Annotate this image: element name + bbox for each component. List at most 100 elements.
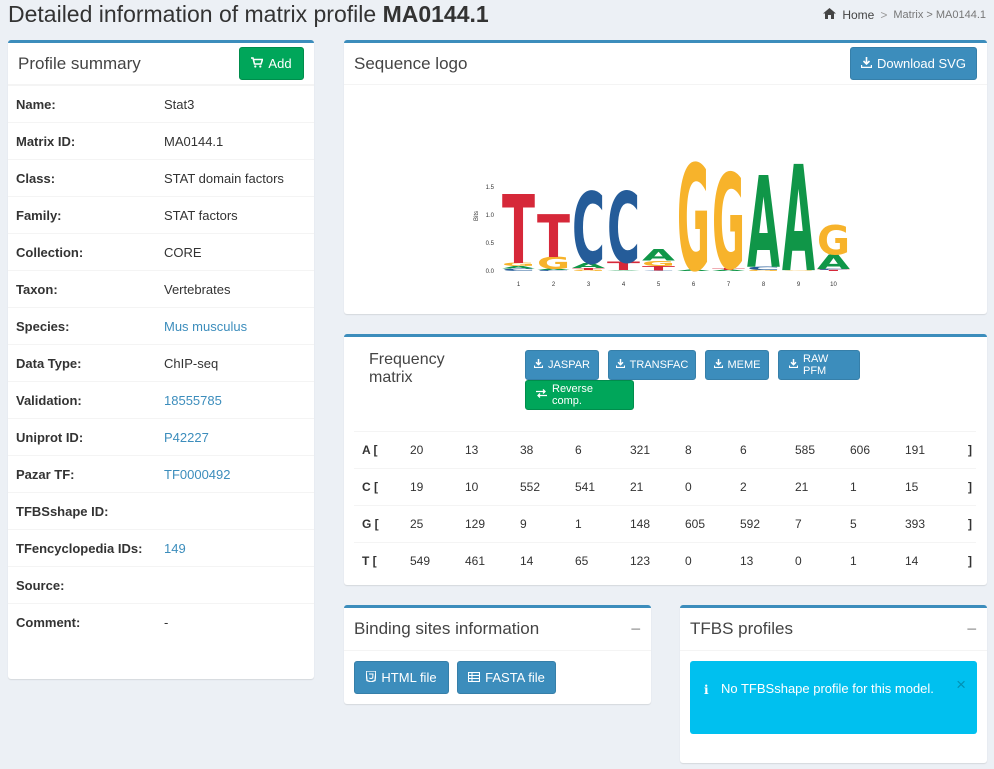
summary-key: Data Type: (16, 355, 82, 371)
breadcrumb-current: Matrix > MA0144.1 (893, 9, 986, 21)
html5-icon (365, 670, 378, 685)
summary-link[interactable]: P42227 (164, 430, 209, 445)
matrix-cell: 10 (465, 468, 520, 506)
summary-key: Source: (16, 577, 65, 593)
collapse-button[interactable]: − (966, 619, 977, 640)
summary-value: Stat3 (164, 96, 195, 112)
summary-key: Pazar TF: (16, 466, 75, 482)
profile-summary-title: Profile summary (18, 53, 141, 73)
page-title: Detailed information of matrix profile M… (8, 1, 489, 27)
add-button[interactable]: Add (239, 47, 304, 80)
binding-sites-title: Binding sites information (354, 619, 540, 638)
summary-value: - (164, 614, 169, 630)
matrix-cell: 9 (520, 505, 575, 543)
logo-y-tick: 0.5 (486, 241, 495, 247)
logo-letter: C (607, 172, 640, 285)
summary-row: Collection: CORE (8, 233, 314, 270)
sequence-logo-box: Sequence logo Download SVG 0.0 0.5 1.0 1.5 B… (344, 40, 987, 314)
logo-letter: C (572, 172, 605, 287)
html-file-label: HTML file (381, 670, 437, 685)
meme-button[interactable]: MEME (705, 350, 769, 380)
matrix-cell: 25 (410, 505, 465, 543)
summary-value: ChIP-seq (164, 355, 219, 371)
matrix-cell: 5 (850, 505, 905, 543)
summary-value: STAT factors (164, 207, 238, 223)
tfbs-profiles-header: TFBS profiles − (680, 608, 987, 651)
matrix-cell: 461 (465, 542, 520, 580)
matrix-cell: 1 (850, 468, 905, 506)
tfbs-profiles-title: TFBS profiles (690, 619, 793, 638)
frequency-matrix-title: Frequency matrix (369, 351, 445, 386)
matrix-cell: 606 (850, 431, 905, 469)
logo-letter: G (817, 218, 850, 265)
tfbs-profiles-box: TFBS profiles − i No TFBSshape profile f… (680, 605, 987, 763)
logo-letter: T (502, 176, 535, 286)
summary-row: Family: STAT factors (8, 196, 314, 233)
matrix-cell: 21 (795, 468, 850, 506)
cart-icon (251, 56, 264, 71)
matrix-cell: 14 (905, 542, 960, 580)
raw-pfm-button[interactable]: RAW PFM (778, 350, 860, 380)
logo-y-tick: 1.0 (486, 213, 495, 219)
fasta-file-label: FASTA file (485, 670, 545, 685)
close-icon[interactable]: × (956, 675, 966, 695)
transfac-button[interactable]: TRANSFAC (608, 350, 696, 380)
collapse-button[interactable]: − (630, 619, 641, 640)
logo-letter: A (747, 150, 780, 293)
add-button-label: Add (268, 56, 292, 71)
fasta-file-button[interactable]: FASTA file (457, 661, 556, 694)
matrix-cell: 148 (630, 505, 685, 543)
binding-sites-header: Binding sites information − (344, 608, 651, 651)
summary-row: Uniprot ID: P42227 (8, 418, 314, 455)
matrix-cell: 6 (740, 431, 795, 469)
download-icon (788, 359, 799, 371)
matrix-row: C [19 10 552 541 21 0 2 21 1 15] (354, 468, 976, 506)
jaspar-button[interactable]: JASPAR (525, 350, 599, 380)
matrix-cell: 6 (575, 431, 630, 469)
breadcrumb-home-link[interactable]: Home (842, 8, 874, 22)
breadcrumb-separator: > (880, 8, 888, 22)
html-file-button[interactable]: HTML file (354, 661, 449, 694)
summary-row: Matrix ID: MA0144.1 (8, 122, 314, 159)
summary-link[interactable]: Mus musculus (164, 319, 247, 334)
download-icon (533, 359, 544, 371)
download-svg-button[interactable]: Download SVG (850, 47, 977, 80)
summary-row: TFencyclopedia IDs: 149 (8, 529, 314, 566)
matrix-end-bracket: ] (960, 431, 976, 469)
logo-letter: G (677, 135, 710, 293)
transfac-label: TRANSFAC (629, 359, 689, 371)
matrix-cell: 549 (410, 542, 465, 580)
frequency-matrix-box: Frequency matrix JASPAR TRANSFAC MEME RA… (344, 334, 987, 585)
matrix-base-label: A [ (354, 431, 410, 469)
matrix-end-bracket: ] (960, 468, 976, 506)
matrix-row: T [549 461 14 65 123 0 13 0 1 14] (354, 542, 976, 580)
summary-row: Species: Mus musculus (8, 307, 314, 344)
summary-link[interactable]: 18555785 (164, 393, 222, 408)
summary-key: Uniprot ID: (16, 429, 84, 445)
logo-y-tick: 1.5 (486, 185, 495, 191)
matrix-base-label: G [ (354, 505, 410, 543)
profile-summary-header: Profile summary Add (8, 43, 314, 85)
frequency-matrix-table: A [20 13 38 6 321 8 6 585 606 191] C [19 10 552 541 21… (354, 431, 976, 580)
summary-link[interactable]: 149 (164, 541, 186, 556)
breadcrumb: Home > Matrix > MA0144.1 (823, 8, 986, 22)
summary-key: Class: (16, 170, 56, 186)
summary-key: Validation: (16, 392, 82, 408)
matrix-cell: 19 (410, 468, 465, 506)
download-svg-label: Download SVG (877, 56, 966, 71)
summary-row: Taxon: Vertebrates (8, 270, 314, 307)
reverse-complement-button[interactable]: Reverse comp. (525, 380, 634, 410)
sequence-logo-header: Sequence logo Download SVG (344, 43, 987, 85)
summary-link[interactable]: TF0000492 (164, 467, 231, 482)
matrix-cell: 321 (630, 431, 685, 469)
summary-key: Name: (16, 96, 56, 112)
summary-value: Vertebrates (164, 281, 231, 297)
logo-letter: A (782, 135, 815, 293)
matrix-cell: 14 (520, 542, 575, 580)
summary-key: Taxon: (16, 281, 58, 297)
logo-x-tick: 2 (552, 282, 556, 288)
sequence-logo-title: Sequence logo (354, 53, 468, 73)
matrix-cell: 585 (795, 431, 850, 469)
matrix-cell: 552 (520, 468, 575, 506)
matrix-cell: 1 (575, 505, 630, 543)
